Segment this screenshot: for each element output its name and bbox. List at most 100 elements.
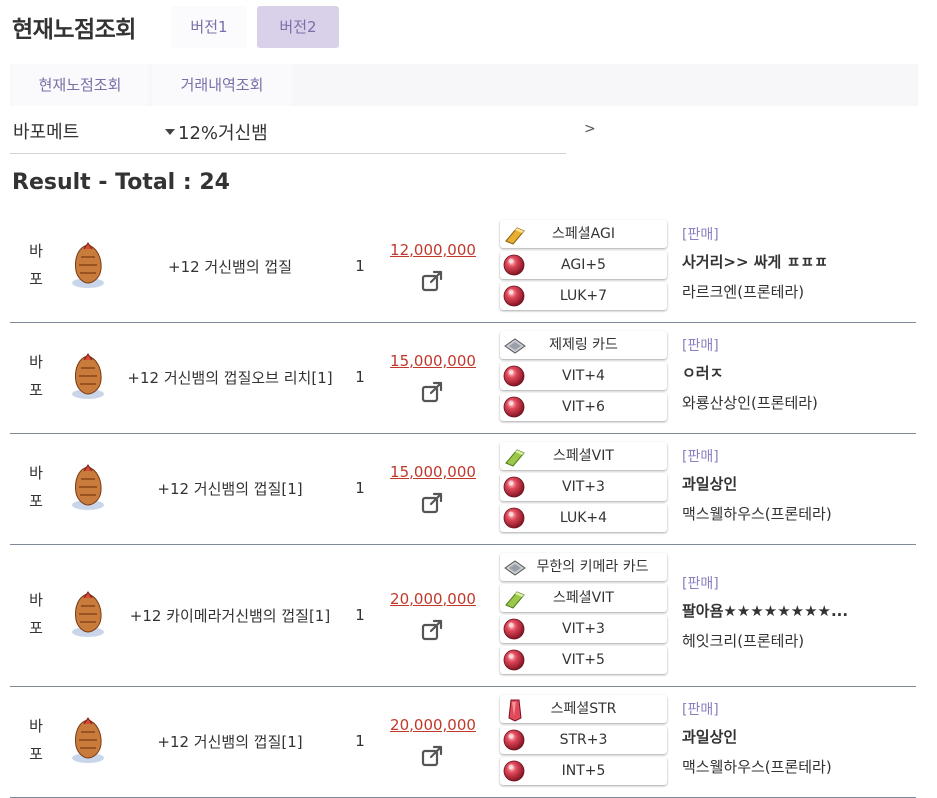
armor-item-icon [68,588,108,640]
search-query: 12%거신뱀 [178,123,268,144]
option-badge: 무한의 키메라 카드 [500,553,667,581]
option-badge: VIT+5 [500,646,667,674]
table-row[interactable]: 바 포 +12 거신뱀의 껍질[1] 1 20,000,000 스페셜STR STR+3 IN… [10,687,916,798]
shop-location: 라르크엔(프론테라) [682,283,805,301]
top-bar: 현재노점조회 버전1 버전2 [0,0,937,60]
server-category: 바포 [26,712,46,768]
option-label: VIT+6 [562,399,605,415]
category-char: 포 [29,618,43,637]
option-label: VIT+4 [562,368,605,384]
option-badge: AGI+5 [500,251,667,279]
quantity: 1 [355,605,365,624]
option-label: 제제링 카드 [549,337,618,353]
table-row[interactable]: 바 포 +12 거신뱀의 껍질오브 리치[1] 1 15,000,000 제제링 카드 VI… [10,323,916,434]
option-label: LUK+4 [559,510,608,526]
armor-item-icon [68,350,108,402]
version2-button[interactable]: 버전2 [257,6,339,48]
armor-item-icon [68,714,108,766]
price-link[interactable]: 20,000,000 [388,716,478,734]
red-gem-icon [503,729,525,751]
option-label: 스페셜VIT [553,590,614,606]
shop-name[interactable]: 팔아욤★★★★★★★★... [682,600,912,622]
table-row[interactable]: 바 포 +12 거신뱀의 껍질 1 12,000,000 스페셜AGI AGI+5 LUK+7… [10,212,916,323]
option-label: 스페셜AGI [552,226,615,242]
version1-button[interactable]: 버전1 [171,6,247,48]
option-list: 무한의 키메라 카드스페셜VIT VIT+3 VIT+5 [500,553,667,677]
shop-name[interactable]: 과일상인 [682,726,912,748]
item-name[interactable]: +12 거신뱀의 껍질 [112,253,348,281]
quantity: 1 [355,732,365,750]
server-category: 바포 [26,348,46,404]
option-badge: VIT+3 [500,473,667,501]
result-list: 바 포 +12 거신뱀의 껍질 1 12,000,000 스페셜AGI AGI+5 LUK+7… [10,212,916,798]
option-badge: LUK+4 [500,504,667,532]
external-link-icon[interactable] [420,269,446,293]
quantity: 1 [355,257,365,275]
option-list: 제제링 카드 VIT+4 VIT+6 [500,331,667,424]
option-label: 스페셜VIT [553,448,614,464]
quantity: 1 [355,368,365,386]
shop-location: 헤잇크리(프론테라) [682,631,805,650]
price-link[interactable]: 15,000,000 [388,352,478,370]
shop-name[interactable]: ㅇ러ㅈ [682,362,912,384]
special-agi-icon [503,223,525,245]
table-row[interactable]: 바 포 +12 카이메라거신뱀의 껍질[1] 1 20,000,000 무한의 키메라 카… [10,545,916,687]
red-gem-icon [503,396,525,418]
card-icon [503,556,526,578]
page-title: 현재노점조회 [12,17,136,43]
search-input[interactable]: 12%거신뱀 [165,119,268,145]
external-link-icon[interactable] [420,491,446,515]
armor-item-icon [68,239,108,291]
category-char: 바 [29,590,43,609]
table-row[interactable]: 바 포 +12 거신뱀의 껍질[1] 1 15,000,000 스페셜VIT VIT+3 LU… [10,434,916,545]
shop-location: 맥스웰하우스(프론테라) [682,758,832,776]
category-char: 바 [29,353,43,371]
sale-tag: [판매] [682,702,719,718]
category-char: 포 [29,381,43,399]
option-badge: 스페셜VIT [500,442,667,470]
search-submit-button[interactable]: > [584,121,596,137]
shop-info: [판매] 사거리>> 싸게 ㅍㅍㅍ 라르크엔(프론테라) [682,225,912,303]
red-gem-icon [503,507,525,529]
shop-location: 와룡산상인(프론테라) [682,394,818,412]
shop-name[interactable]: 사거리>> 싸게 ㅍㅍㅍ [682,251,912,273]
tab-current-stalls[interactable]: 현재노점조회 [12,64,148,106]
option-label: INT+5 [561,763,606,779]
option-badge: VIT+4 [500,362,667,390]
red-gem-icon [503,618,525,640]
price-link[interactable]: 20,000,000 [388,590,478,608]
category-char: 포 [29,270,43,288]
red-gem-icon [503,760,525,782]
server-category: 바포 [26,459,46,515]
option-label: AGI+5 [561,257,606,273]
category-char: 바 [29,242,43,260]
option-badge: 스페셜VIT [500,584,667,612]
category-char: 바 [29,717,43,735]
quantity: 1 [355,479,365,497]
item-name[interactable]: +12 카이메라거신뱀의 껍질[1] [112,602,348,630]
shop-name[interactable]: 과일상인 [682,473,912,495]
external-link-icon[interactable] [420,618,446,642]
option-label: VIT+5 [562,652,605,668]
item-name[interactable]: +12 거신뱀의 껍질[1] [112,475,348,503]
tab-trade-history[interactable]: 거래내역조회 [152,64,292,106]
special-vit-icon [503,445,525,467]
sale-tag: [판매] [682,575,719,592]
external-link-icon[interactable] [420,380,446,404]
external-link-icon[interactable] [420,744,446,768]
item-name[interactable]: +12 거신뱀의 껍질[1] [112,728,348,756]
result-total: Result - Total : 24 [12,170,230,195]
server-select[interactable]: 바포메트 [13,118,79,144]
option-label: STR+3 [559,732,608,748]
price-link[interactable]: 15,000,000 [388,463,478,481]
option-label: VIT+3 [562,621,605,637]
sale-tag: [판매] [682,338,719,354]
category-char: 포 [29,745,43,763]
item-name[interactable]: +12 거신뱀의 껍질오브 리치[1] [112,364,348,392]
red-gem-icon [503,365,525,387]
sale-tag: [판매] [682,227,719,243]
option-badge: 스페셜STR [500,695,667,723]
option-label: 스페셜STR [550,701,617,717]
price-link[interactable]: 12,000,000 [388,241,478,259]
option-list: 스페셜VIT VIT+3 LUK+4 [500,442,667,535]
